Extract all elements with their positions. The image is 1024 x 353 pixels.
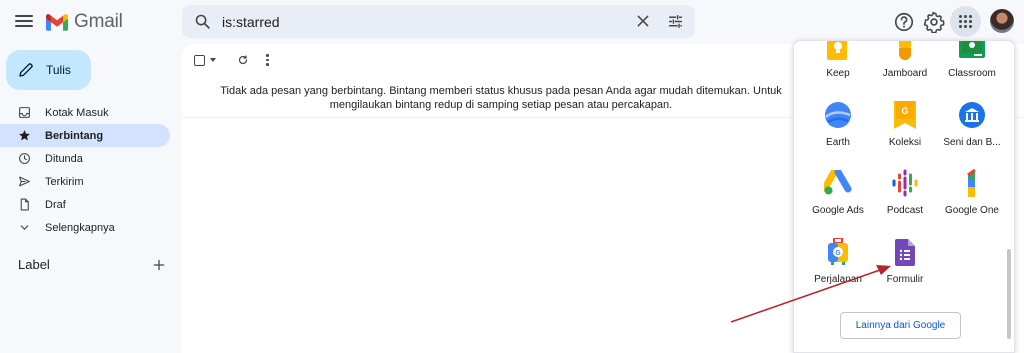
gmail-m-icon [46, 13, 68, 31]
jamboard-icon [891, 41, 919, 61]
sidebar-item-label: Ditunda [45, 152, 83, 165]
google-one-icon [958, 169, 986, 197]
compose-label: Tulis [46, 63, 71, 77]
google-ads-icon [824, 169, 852, 197]
sidebar-item-inbox[interactable]: Kotak Masuk [0, 101, 170, 124]
sidebar-item-more[interactable]: Selengkapnya [0, 216, 170, 239]
search-icon[interactable] [194, 13, 211, 30]
chevron-down-icon [20, 225, 29, 230]
earth-icon [824, 101, 852, 129]
google-apps-button[interactable] [950, 6, 981, 37]
app-google-ads[interactable]: Google Ads [805, 169, 871, 229]
app-podcasts[interactable]: Podcast [872, 169, 938, 229]
more-from-google-button[interactable]: Lainnya dari Google [840, 312, 961, 339]
labels-heading: Label [18, 257, 50, 272]
svg-text:G: G [835, 250, 841, 257]
app-jamboard[interactable]: Jamboard [872, 41, 938, 93]
sidebar-item-snoozed[interactable]: Ditunda [0, 147, 170, 170]
clear-search-icon[interactable] [636, 14, 650, 28]
draft-icon [20, 198, 29, 211]
app-keep[interactable]: Keep [805, 41, 871, 93]
sidebar-item-starred[interactable]: Berbintang [0, 124, 170, 147]
send-icon [19, 176, 30, 187]
sidebar-item-drafts[interactable]: Draf [0, 193, 170, 216]
sidebar-item-label: Selengkapnya [45, 221, 115, 234]
gear-icon[interactable] [923, 11, 945, 33]
app-label: Formulir [886, 274, 924, 285]
sidebar-item-sent[interactable]: Terkirim [0, 170, 170, 193]
app-label: Koleksi [888, 137, 922, 148]
empty-state-message: Tidak ada pesan yang berbintang. Bintang… [220, 85, 782, 111]
app-label: Classroom [948, 68, 996, 79]
add-label-icon[interactable] [152, 258, 166, 272]
app-collections[interactable]: G Koleksi [872, 101, 938, 161]
app-label: Podcast [886, 205, 924, 216]
labels-section: Label [18, 257, 166, 272]
app-classroom[interactable]: Classroom [939, 41, 1005, 93]
star-icon [19, 130, 30, 141]
app-label: Seni dan B... [943, 137, 1001, 148]
help-icon[interactable] [893, 11, 915, 33]
search-options-icon[interactable] [667, 13, 684, 30]
sidebar-nav: Kotak Masuk Berbintang Ditunda Terkirim … [0, 101, 170, 239]
app-earth[interactable]: Earth [805, 101, 871, 161]
sidebar-item-label: Berbintang [45, 129, 104, 142]
app-label: Google Ads [812, 205, 864, 216]
main-menu-icon[interactable] [14, 12, 34, 32]
gmail-wordmark: Gmail [74, 11, 123, 32]
app-arts-culture[interactable]: Seni dan B... [939, 101, 1005, 161]
app-label: Jamboard [882, 68, 928, 79]
clock-icon [19, 153, 30, 164]
keep-icon [824, 41, 852, 61]
app-label: Earth [826, 137, 850, 148]
collections-icon: G [891, 101, 919, 129]
arts-culture-icon [958, 101, 986, 129]
list-toolbar [194, 54, 269, 66]
sidebar-item-label: Draf [45, 198, 66, 211]
refresh-icon[interactable] [237, 54, 249, 66]
app-forms[interactable]: Formulir [872, 238, 938, 298]
travel-icon: G [824, 238, 852, 266]
classroom-icon [958, 41, 986, 61]
app-travel[interactable]: G Perjalanan [805, 238, 871, 298]
forms-icon [891, 238, 919, 266]
apps-panel-scrollbar[interactable] [1007, 249, 1011, 339]
app-label: Keep [826, 68, 850, 79]
select-all-checkbox[interactable] [194, 54, 205, 66]
search-bar[interactable] [182, 5, 695, 38]
inbox-icon [19, 107, 30, 118]
compose-button[interactable]: Tulis [6, 50, 91, 90]
app-label: Perjalanan [814, 274, 862, 285]
search-input[interactable] [222, 11, 602, 32]
sidebar-item-label: Terkirim [45, 175, 84, 188]
pencil-icon [19, 63, 33, 77]
app-google-one[interactable]: Google One [939, 169, 1005, 229]
sidebar-item-label: Kotak Masuk [45, 106, 109, 119]
svg-text:G: G [901, 106, 908, 116]
apps-grid-icon [959, 15, 972, 28]
more-options-icon[interactable] [266, 54, 269, 66]
gmail-logo[interactable]: Gmail [46, 11, 123, 33]
app-label: Google One [945, 205, 999, 216]
google-apps-panel: Keep Jamboard Classroom Earth G Koleksi … [793, 40, 1015, 353]
select-dropdown-icon[interactable] [210, 58, 216, 62]
top-bar: Gmail [0, 0, 1024, 44]
avatar[interactable] [990, 9, 1014, 33]
podcasts-icon [891, 169, 919, 197]
